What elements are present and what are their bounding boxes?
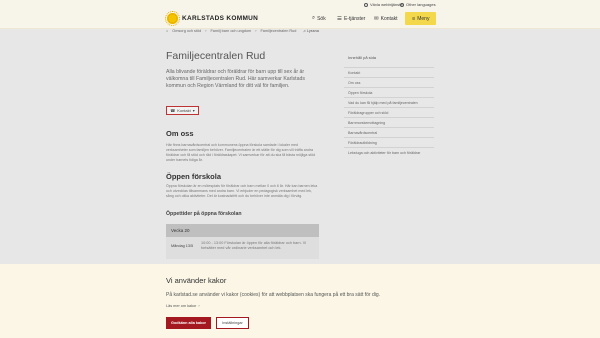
breadcrumb: ⌂ Omsorg och stöd › Familj barn och ungd… [166, 29, 296, 33]
toc-item[interactable]: Föräldrautbildning [344, 137, 434, 147]
grid-icon [364, 2, 368, 7]
chevron-down-icon: ▾ [192, 108, 195, 113]
toc-item[interactable]: Om oss [344, 77, 434, 87]
e-services-button[interactable]: ☰ E-tjänster [337, 12, 365, 25]
menu-button[interactable]: ≡ Meny [405, 12, 437, 25]
breadcrumb-separator: › [205, 29, 207, 33]
menu-icon: ≡ [412, 15, 416, 22]
switch-services-link[interactable]: Växla webbtjänster [364, 2, 404, 7]
lead-paragraph: Alla blivande föräldrar och föräldrar fö… [166, 69, 305, 89]
e-services-icon: ☰ [337, 15, 342, 22]
breadcrumb-item: Familjecentralen Rud [260, 29, 297, 33]
cookie-read-more-link[interactable]: Läs mer om kakor › [166, 304, 200, 308]
speaker-icon: ♫ [303, 29, 306, 33]
table-of-contents: Innehåll på sida Kontakt Om oss Öppen fö… [344, 53, 434, 157]
cookie-settings-button[interactable]: Inställningar [216, 317, 249, 329]
preschool-heading: Öppen förskola [166, 172, 222, 181]
toc-item[interactable]: Barnavårdscentral [344, 127, 434, 137]
about-text: Här finns barnavårdscentral och kommunen… [166, 143, 316, 162]
accept-all-cookies-button[interactable]: Godkänn alla kakor [166, 317, 211, 329]
toc-item[interactable]: Lekstuga och aktiviteter för barn och fö… [344, 147, 434, 157]
hours-day: Måndag 13/5 [171, 244, 194, 248]
hours-text: 10:00 - 13:00 Förskolan är öppen för all… [201, 241, 307, 250]
site-header: KARLSTADS KOMMUN ⌕ Sök ☰ E-tjänster ✉ Ko… [0, 9, 600, 29]
chat-icon: ✉ [374, 15, 379, 22]
site-logo[interactable]: KARLSTADS KOMMUN [165, 11, 258, 26]
toc-item[interactable]: Vad du kan få hjälp med på familjecentra… [344, 97, 434, 107]
listen-button[interactable]: ♫ Lyssna [303, 29, 319, 33]
breadcrumb-separator: › [255, 29, 257, 33]
search-button[interactable]: ⌕ Sök [312, 12, 326, 25]
chevron-right-icon: › [198, 304, 200, 308]
utility-bar: Växla webbtjänster Other languages [0, 0, 600, 9]
breadcrumb-item[interactable]: Familj barn och ungdom [210, 29, 251, 33]
home-icon[interactable]: ⌂ [166, 29, 168, 33]
toc-item[interactable]: Kontakt [344, 67, 434, 77]
toc-item[interactable]: Öppen förskola [344, 87, 434, 97]
contact-nav-button[interactable]: ✉ Kontakt [374, 12, 398, 25]
sun-logo-icon [165, 11, 180, 26]
toc-item[interactable]: Barnmorskemottagning [344, 117, 434, 127]
contact-button[interactable]: ☎ Kontakt ▾ [166, 106, 199, 115]
hours-heading: Öppettider på öppna förskolan [166, 211, 242, 217]
hours-table-row: Måndag 13/5 10:00 - 13:00 Förskolan är ö… [166, 237, 319, 259]
page-title: Familjecentralen Rud [166, 50, 266, 62]
phone-icon: ☎ [170, 108, 176, 113]
toc-item[interactable]: Föräldragrupper och stöd [344, 107, 434, 117]
preschool-text: Öppna förskolan är en mötesplats för för… [166, 184, 318, 198]
breadcrumb-item[interactable]: Omsorg och stöd [172, 29, 201, 33]
other-languages-link[interactable]: Other languages [400, 2, 436, 7]
cookie-title: Vi använder kakor [166, 276, 227, 285]
hours-table-header: Vecka 20 [166, 224, 319, 237]
toc-title: Innehåll på sida [348, 55, 377, 60]
cookie-text: På karlstad.se använder vi kakor (cookie… [166, 292, 381, 298]
cookie-banner [0, 264, 600, 338]
search-icon: ⌕ [312, 15, 316, 21]
globe-icon [400, 2, 404, 7]
about-heading: Om oss [166, 129, 194, 138]
